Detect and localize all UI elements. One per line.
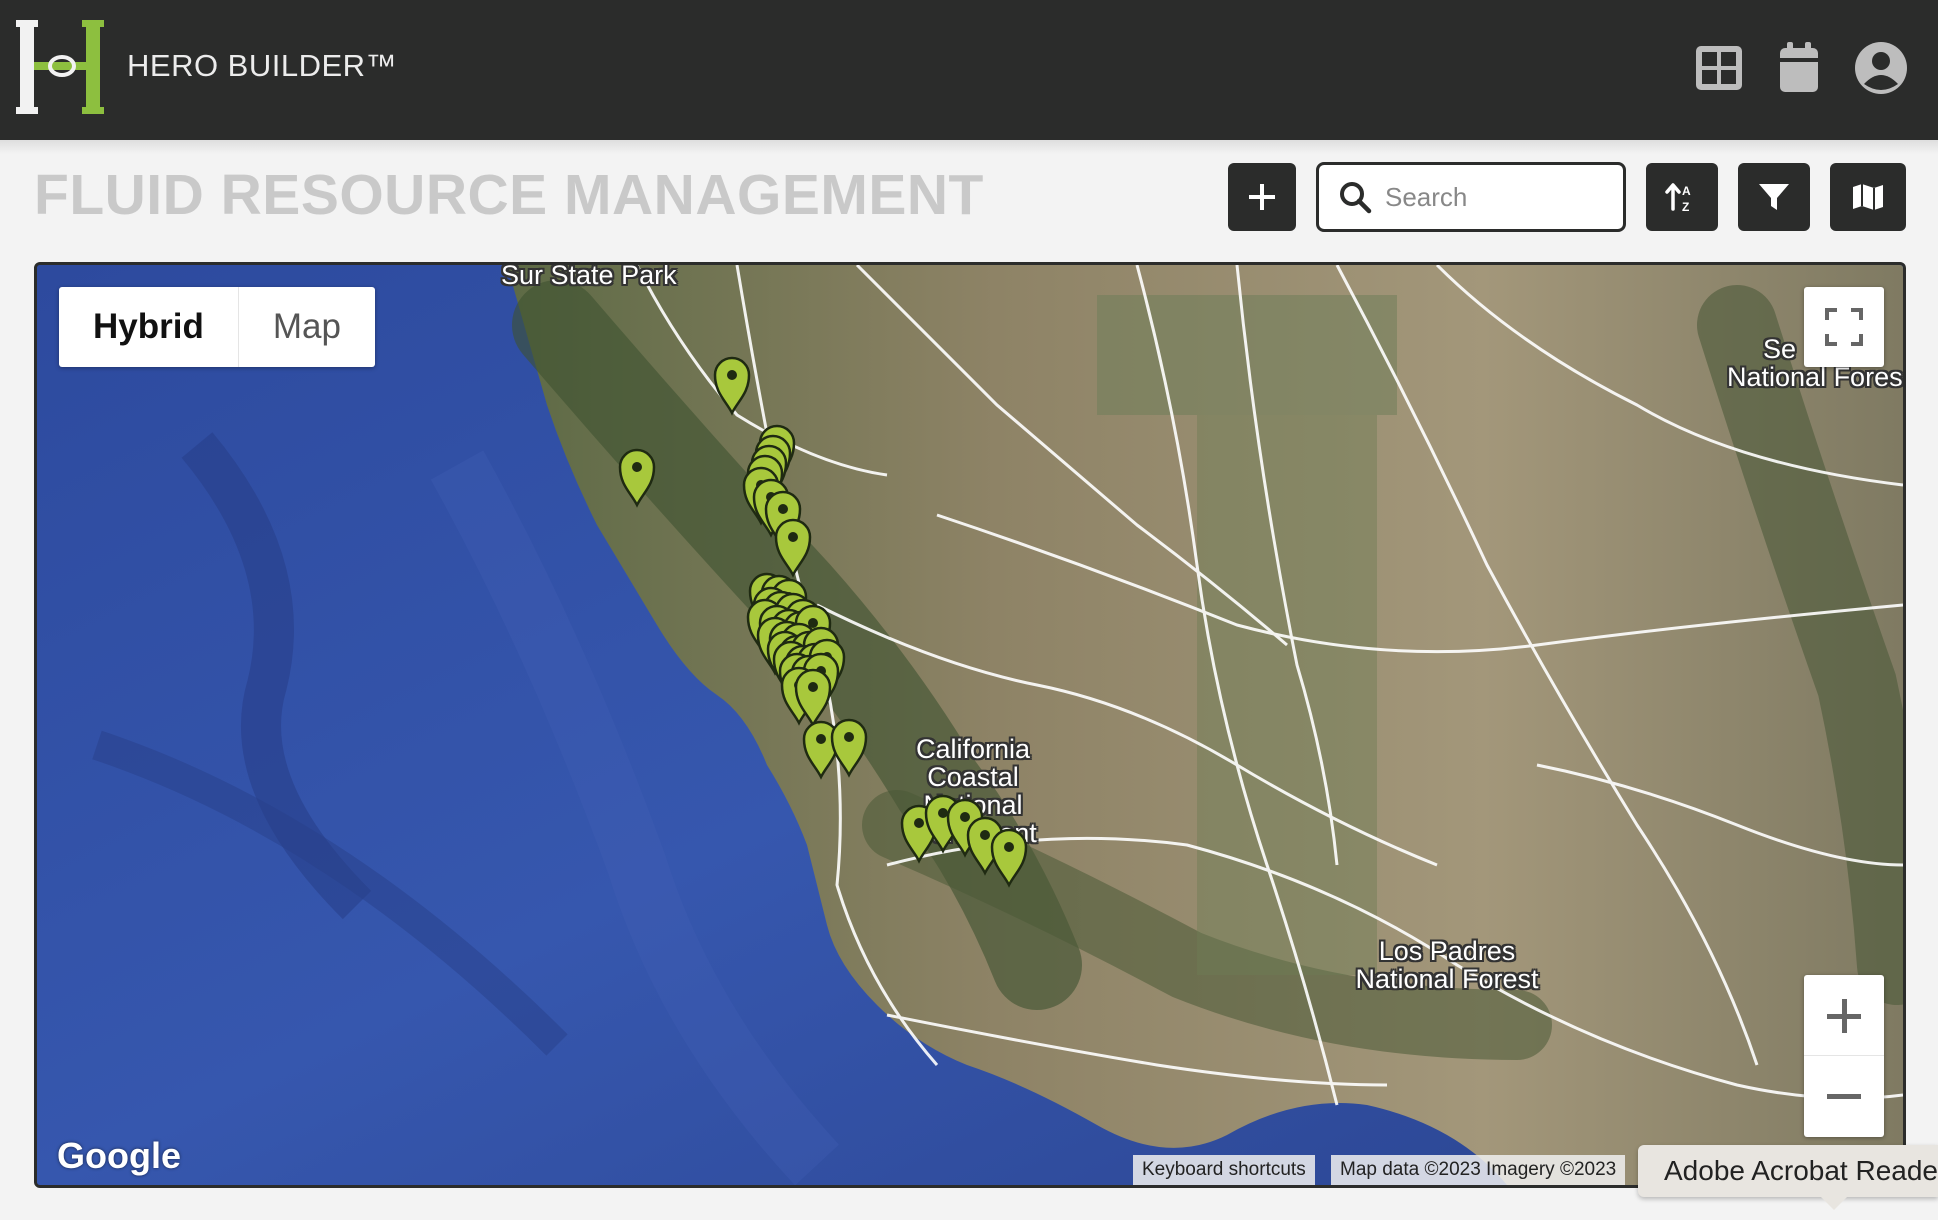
brand-name: HERO BUILDER™ (127, 48, 398, 83)
filter-icon (1759, 184, 1789, 210)
map-type-control: Hybrid Map (59, 287, 375, 367)
hero-builder-logo[interactable] (16, 18, 116, 116)
keyboard-shortcuts-link[interactable]: Keyboard shortcuts (1133, 1155, 1315, 1185)
calendar-icon[interactable] (1770, 40, 1828, 96)
filter-button[interactable] (1738, 163, 1810, 231)
sort-button[interactable]: A Z (1646, 163, 1718, 231)
google-logo: Google (57, 1135, 181, 1176)
fullscreen-button[interactable] (1804, 287, 1884, 367)
zoom-out-button[interactable] (1804, 1056, 1884, 1136)
map-view-button[interactable] (1830, 163, 1906, 231)
search-icon (1340, 182, 1372, 214)
map-type-map[interactable]: Map (237, 287, 375, 367)
add-button[interactable] (1228, 163, 1296, 231)
search-field[interactable] (1316, 162, 1626, 232)
svg-text:A: A (1682, 184, 1691, 198)
location-marker[interactable] (774, 518, 812, 578)
marker-layer (618, 356, 1028, 888)
svg-text:Z: Z (1682, 200, 1689, 214)
account-icon[interactable] (1852, 40, 1910, 96)
map-attribution: Map data ©2023 Imagery ©2023 (1331, 1155, 1626, 1185)
sort-icon: A Z (1665, 183, 1691, 214)
grid-icon[interactable] (1690, 40, 1748, 96)
header-shadow (0, 140, 1938, 154)
tooltip: Adobe Acrobat Reader (1638, 1145, 1938, 1197)
zoom-out-icon (1827, 1094, 1861, 1099)
plus-icon (1249, 184, 1275, 210)
location-marker[interactable] (713, 356, 751, 416)
map-icon (1853, 184, 1883, 210)
fullscreen-icon (1825, 308, 1863, 346)
zoom-in-icon (1827, 998, 1861, 1033)
search-input[interactable] (1385, 181, 1615, 213)
zoom-in-button[interactable] (1804, 976, 1884, 1056)
location-marker[interactable] (618, 448, 656, 508)
top-navigation-bar: HERO BUILDER™ (0, 0, 1938, 140)
page-title: FLUID RESOURCE MANAGEMENT (34, 163, 984, 227)
location-marker[interactable] (990, 828, 1028, 888)
tooltip-arrow (1820, 1196, 1848, 1210)
location-marker[interactable] (830, 718, 868, 778)
map-view[interactable]: Sur State Park California Coastal Nation… (34, 262, 1906, 1188)
zoom-control (1804, 975, 1884, 1137)
map-type-hybrid[interactable]: Hybrid (59, 287, 238, 367)
